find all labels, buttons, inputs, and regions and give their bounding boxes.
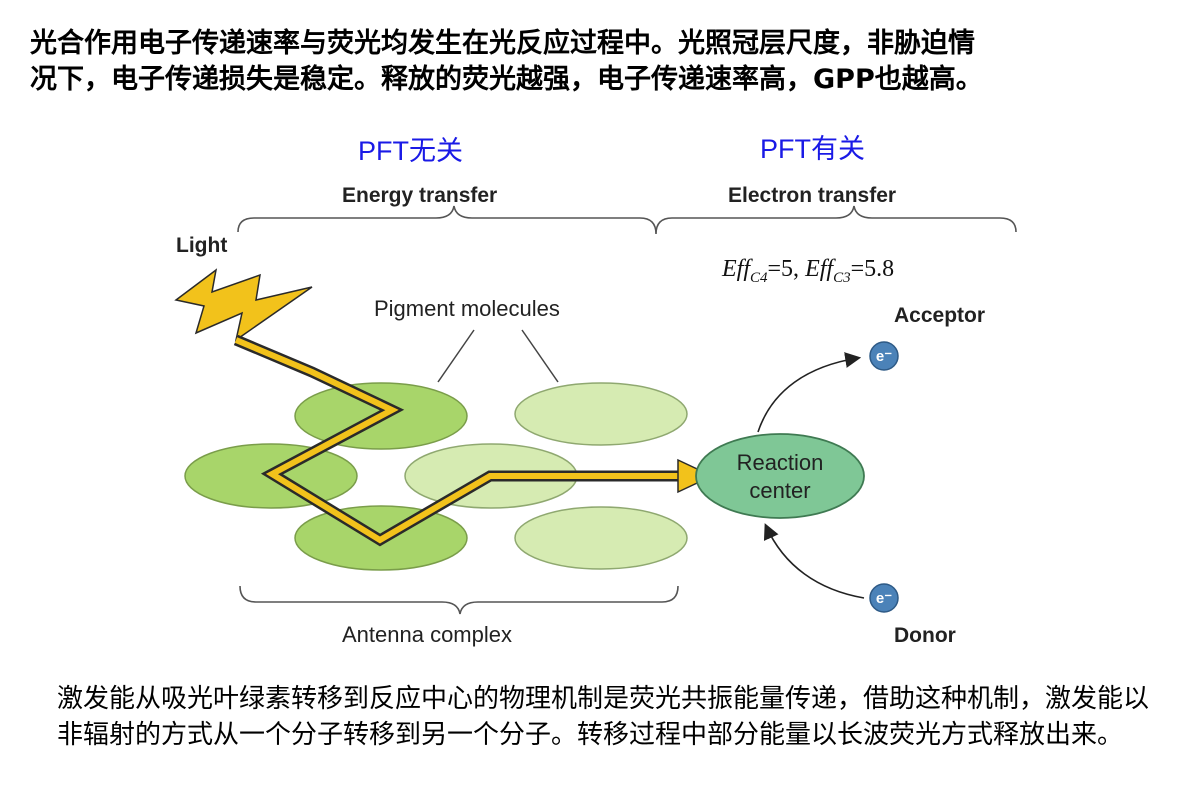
bottom-brace	[239, 585, 679, 615]
pft-related-label: PFT有关	[760, 134, 865, 164]
pigment-pointer-right	[521, 329, 559, 383]
energy-transfer-label: Energy transfer	[342, 184, 497, 207]
reaction-center-label-line1: Reaction	[737, 450, 824, 475]
pigment-pointer-left	[437, 329, 475, 383]
light-lightning-bolt	[174, 268, 313, 342]
antenna-complex-label: Antenna complex	[342, 622, 512, 647]
pigment-molecules-label: Pigment molecules	[374, 296, 560, 321]
donor-label: Donor	[894, 624, 956, 647]
reaction-center-label-line2: center	[749, 478, 810, 503]
top-brace	[237, 205, 1017, 235]
caption-text: 激发能从吸光叶绿素转移到反应中心的物理机制是荧光共振能量传递，借助这种机制，激发…	[57, 684, 1150, 750]
electron-transfer-label: Electron transfer	[728, 184, 896, 207]
light-label: Light	[176, 234, 227, 257]
donor-electron-symbol: e⁻	[876, 590, 892, 607]
pigment-molecule-6	[514, 506, 688, 570]
acceptor-electron-symbol: e⁻	[876, 348, 892, 365]
arrow-from-donor	[763, 523, 865, 599]
reaction-center	[695, 433, 865, 519]
efficiency-equation: EffC4=5, EffC3=5.8	[721, 256, 894, 286]
arrow-to-acceptor	[757, 352, 862, 433]
pigment-molecule-2	[514, 382, 688, 446]
acceptor-label: Acceptor	[894, 304, 985, 327]
pft-unrelated-label: PFT无关	[358, 136, 463, 166]
